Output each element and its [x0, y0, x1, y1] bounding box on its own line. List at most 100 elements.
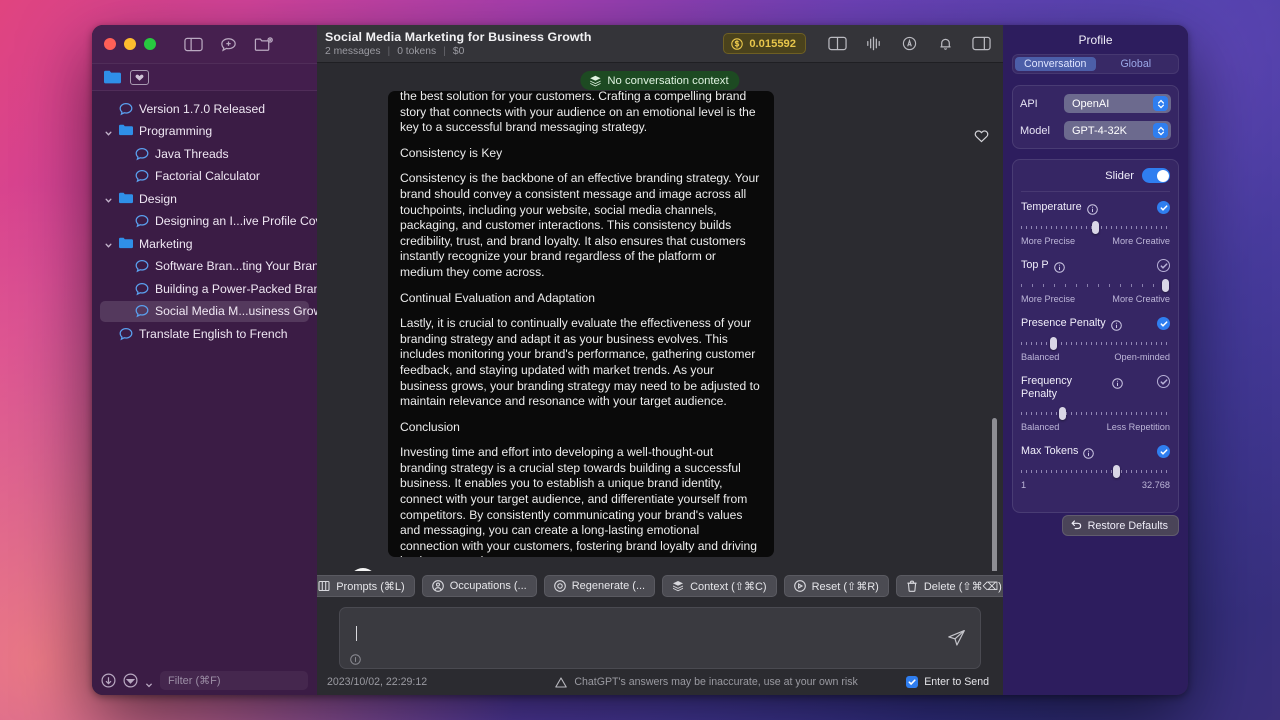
tab-conversation[interactable]: Conversation	[1015, 57, 1096, 71]
message-count: 2 messages	[325, 46, 381, 57]
sidebar-chat-item[interactable]: Version 1.7.0 Released	[100, 98, 309, 119]
message-paragraph: Continual Evaluation and Adaptation	[400, 290, 595, 305]
info-icon[interactable]	[1112, 376, 1123, 389]
toggle-sidebar-icon[interactable]	[184, 36, 203, 53]
sidebar-chat-item[interactable]: Software Bran...ting Your Brand	[100, 256, 317, 277]
action-button-prompts[interactable]: Prompts (⌘L)	[308, 575, 415, 597]
chevron-down-icon[interactable]	[104, 127, 113, 136]
parameter-enable-checkbox[interactable]	[1157, 375, 1170, 388]
action-button-reset[interactable]: Reset (⇧⌘R)	[783, 575, 889, 597]
parameter-label: Max Tokens	[1021, 445, 1079, 457]
vertical-scrollbar[interactable]	[992, 418, 997, 571]
parameter-header: Frequency Penalty	[1021, 375, 1170, 400]
model-row: Model GPT-4-32K	[1020, 121, 1171, 140]
sidebar-chat-item[interactable]: Java Threads	[100, 143, 309, 164]
sidebar-folder-item[interactable]: Marketing	[100, 233, 309, 254]
new-chat-icon[interactable]	[219, 36, 238, 53]
send-icon[interactable]	[947, 629, 966, 648]
parameter-slider[interactable]	[1021, 337, 1170, 350]
enter-to-send-toggle[interactable]: Enter to Send	[906, 676, 989, 688]
layers-icon	[589, 75, 601, 87]
sidebar-chat-item[interactable]: Social Media M...usiness Growth	[100, 300, 317, 322]
slider-thumb[interactable]	[1050, 337, 1058, 350]
chevron-down-icon[interactable]	[145, 676, 153, 688]
sidebar-toolbar	[92, 63, 317, 91]
download-icon[interactable]	[101, 672, 116, 688]
profile-scope-tabs[interactable]: Conversation Global	[1012, 54, 1179, 74]
parameter-enable-checkbox[interactable]	[1157, 317, 1170, 330]
bell-icon[interactable]	[936, 35, 955, 52]
new-folder-icon[interactable]	[254, 36, 273, 53]
chevron-down-icon[interactable]	[104, 194, 113, 203]
info-icon[interactable]	[1053, 260, 1065, 273]
info-icon[interactable]	[350, 652, 361, 665]
slider-thumb[interactable]	[1112, 465, 1120, 478]
right-panel-icon[interactable]	[972, 35, 991, 52]
accessibility-icon[interactable]	[900, 35, 919, 52]
sidebar-item-label: Marketing	[139, 236, 193, 251]
api-label: API	[1020, 97, 1038, 110]
waveform-icon[interactable]	[864, 35, 883, 52]
enter-to-send-checkbox[interactable]	[906, 676, 919, 688]
parameter-slider[interactable]	[1021, 465, 1170, 478]
dollar-coin-icon	[731, 37, 744, 50]
parameter-enable-checkbox[interactable]	[1157, 445, 1170, 458]
slider-mode-switch[interactable]	[1142, 168, 1170, 183]
action-button-label: Occupations (...	[449, 580, 527, 592]
message-input[interactable]	[339, 607, 981, 669]
sort-options-icon[interactable]	[123, 672, 138, 688]
action-button-label: Context (⇧⌘C)	[690, 580, 767, 593]
info-icon[interactable]	[1110, 318, 1122, 331]
slider-min-label: Balanced	[1021, 352, 1060, 362]
meta-separator: |	[387, 46, 391, 57]
action-button-regenerate[interactable]: Regenerate (...	[543, 575, 656, 597]
action-button-occupations[interactable]: Occupations (...	[421, 575, 537, 597]
info-icon[interactable]	[1083, 446, 1095, 459]
heart-icon[interactable]	[974, 129, 989, 143]
info-icon[interactable]	[1086, 202, 1098, 215]
action-button-context[interactable]: Context (⇧⌘C)	[662, 575, 777, 597]
slider-thumb[interactable]	[1162, 279, 1170, 292]
parameter-slider[interactable]	[1021, 279, 1170, 292]
sidebar-chat-item[interactable]: Designing an I...ive Profile Cover	[100, 211, 317, 232]
sidebar-folder-item[interactable]: Programming	[100, 121, 309, 142]
sidebar-chat-item[interactable]: Building a Power-Packed Brand	[100, 278, 317, 299]
profile-title: Profile	[1078, 33, 1113, 47]
sidebar-item-label: Version 1.7.0 Released	[139, 101, 266, 116]
sidebar-folder-item[interactable]: Design	[100, 188, 309, 209]
parameter-enable-checkbox[interactable]	[1157, 201, 1170, 214]
parameter-enable-checkbox[interactable]	[1157, 259, 1170, 272]
action-button-label: Reset (⇧⌘R)	[811, 580, 879, 593]
action-button-delete[interactable]: Delete (⇧⌘⌫)	[895, 575, 1012, 597]
traffic-lights[interactable]	[104, 38, 156, 50]
filter-input[interactable]: Filter (⌘F)	[160, 670, 308, 690]
model-label: Model	[1020, 124, 1050, 137]
restore-defaults-button[interactable]: Restore Defaults	[1061, 515, 1179, 536]
slider-thumb[interactable]	[1092, 221, 1099, 234]
context-status-label: No conversation context	[607, 74, 729, 87]
parameter-slider[interactable]	[1021, 407, 1170, 420]
restore-row: Restore Defaults	[1012, 515, 1179, 536]
sidebar-item-label: Design	[139, 191, 177, 206]
minimize-button[interactable]	[124, 38, 136, 50]
model-card: API OpenAI Model GPT-4-32K	[1012, 85, 1179, 149]
split-view-icon[interactable]	[828, 35, 847, 52]
parameter-label: Frequency Penalty	[1021, 375, 1073, 400]
tab-global[interactable]: Global	[1096, 57, 1177, 71]
sidebar-chat-item[interactable]: Translate English to French	[100, 323, 309, 344]
chat-scroll-area[interactable]: No conversation context the best solutio…	[317, 63, 1003, 571]
slider-thumb[interactable]	[1059, 407, 1067, 420]
book-icon	[318, 580, 330, 592]
model-select[interactable]: GPT-4-32K	[1064, 121, 1171, 140]
maximize-button[interactable]	[144, 38, 156, 50]
tag-filter-icon[interactable]	[130, 69, 149, 85]
close-button[interactable]	[104, 38, 116, 50]
sidebar-chat-item[interactable]: Factorial Calculator	[100, 166, 309, 187]
conversation-list[interactable]: Version 1.7.0 Released Programming Java Th…	[92, 91, 317, 665]
cost-value: $0	[452, 46, 465, 57]
chevron-down-icon[interactable]	[104, 239, 113, 248]
api-select[interactable]: OpenAI	[1064, 94, 1171, 113]
cost-badge[interactable]: 0.015592	[723, 33, 806, 54]
parameter-slider[interactable]	[1021, 221, 1170, 234]
folder-icon[interactable]	[104, 70, 121, 84]
